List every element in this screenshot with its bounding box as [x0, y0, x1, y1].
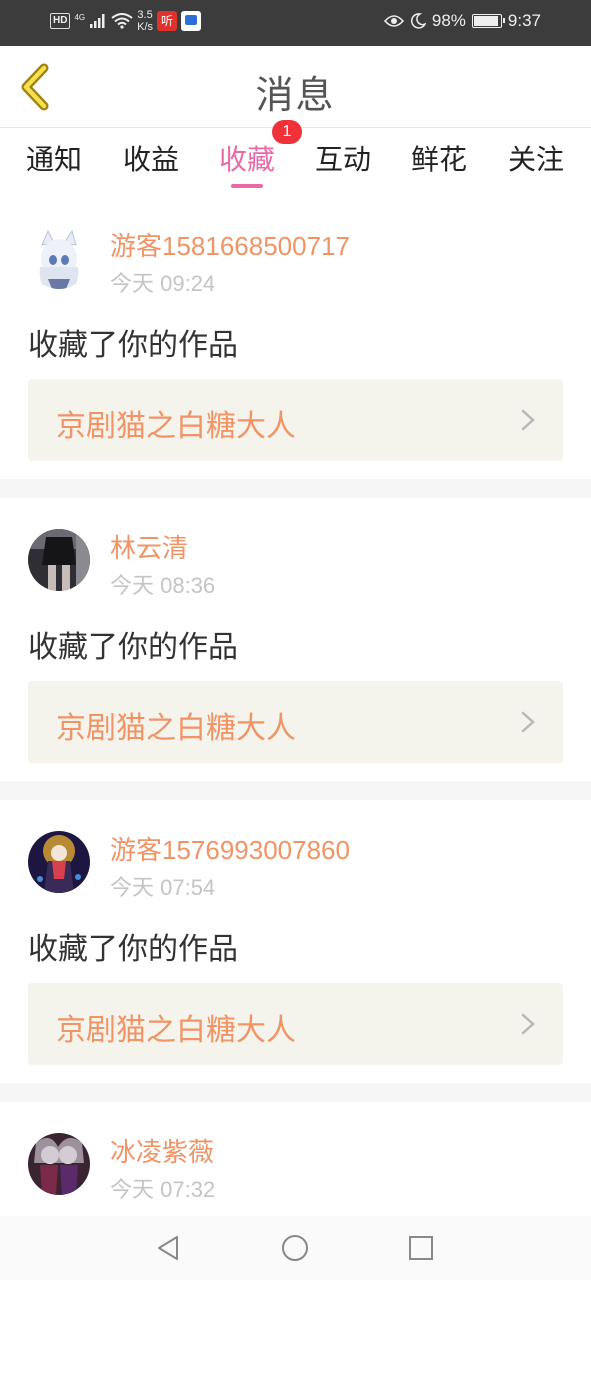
avatar[interactable] — [28, 529, 90, 591]
system-nav-bar — [0, 1216, 591, 1280]
chevron-right-icon — [521, 711, 535, 733]
tab-notification[interactable]: 通知 — [14, 138, 94, 178]
avatar[interactable] — [28, 227, 90, 289]
timestamp: 今天 07:32 — [110, 1177, 216, 1202]
action-text: 收藏了你的作品 — [28, 630, 238, 665]
timestamp: 今天 08:36 — [110, 573, 216, 598]
baidu-app-icon — [181, 11, 202, 31]
status-bar: HD 4G 3.5 K/s 听 98% 9:37 — [0, 0, 591, 46]
square-recent-icon[interactable] — [407, 1234, 435, 1262]
listen-app-icon: 听 — [157, 11, 178, 31]
username[interactable]: 林云清 — [110, 528, 188, 565]
triangle-back-icon[interactable] — [155, 1234, 183, 1262]
tab-following[interactable]: 关注 — [496, 138, 576, 178]
chevron-right-icon — [521, 1013, 535, 1035]
divider — [0, 479, 591, 498]
moon-icon — [410, 13, 426, 29]
chevron-right-icon — [521, 409, 535, 431]
work-title: 京剧猫之白糖大人 — [56, 1013, 296, 1048]
battery-icon — [471, 14, 505, 28]
avatar[interactable] — [28, 1133, 90, 1195]
list-item[interactable]: 游客1581668500717 今天 09:24 收藏了你的作品 京剧猫之白糖大… — [0, 196, 591, 479]
action-text: 收藏了你的作品 — [28, 328, 238, 363]
username[interactable]: 冰凌紫薇 — [110, 1132, 214, 1169]
speed-unit: K/s — [137, 21, 154, 33]
tab-favorites[interactable]: 收藏 — [207, 138, 287, 178]
tab-flowers[interactable]: 鲜花 — [399, 138, 479, 178]
network-speed: 3.5 K/s — [137, 9, 153, 33]
tab-interaction[interactable]: 互动 — [303, 138, 383, 178]
divider — [0, 781, 591, 800]
work-title: 京剧猫之白糖大人 — [56, 711, 296, 746]
work-link[interactable]: 京剧猫之白糖大人 — [28, 379, 563, 461]
page-title: 消息 — [255, 73, 336, 117]
avatar[interactable] — [28, 831, 90, 893]
clock: 9:37 — [507, 11, 541, 30]
timestamp: 今天 09:24 — [110, 271, 216, 296]
hd-indicator: HD — [50, 13, 71, 29]
eye-comfort-icon — [383, 15, 404, 27]
active-tab-indicator — [231, 184, 263, 188]
title-bar: 消息 — [0, 46, 591, 128]
circle-home-icon[interactable] — [281, 1234, 309, 1262]
list-item[interactable]: 林云清 今天 08:36 收藏了你的作品 京剧猫之白糖大人 — [0, 498, 591, 781]
action-text: 收藏了你的作品 — [28, 932, 238, 967]
username[interactable]: 游客1581668500717 — [110, 226, 350, 263]
work-link[interactable]: 京剧猫之白糖大人 — [28, 681, 563, 763]
wifi-icon — [111, 13, 133, 29]
tab-earnings[interactable]: 收益 — [111, 138, 191, 178]
work-title: 京剧猫之白糖大人 — [56, 409, 296, 444]
battery-percent: 98% — [431, 11, 466, 30]
username[interactable]: 游客1576993007860 — [110, 830, 350, 867]
favorites-badge: 1 — [272, 120, 302, 144]
message-list[interactable]: 游客1581668500717 今天 09:24 收藏了你的作品 京剧猫之白糖大… — [0, 196, 591, 1385]
list-item[interactable]: 游客1576993007860 今天 07:54 收藏了你的作品 京剧猫之白糖大… — [0, 800, 591, 1083]
work-link[interactable]: 京剧猫之白糖大人 — [28, 983, 563, 1065]
timestamp: 今天 07:54 — [110, 875, 216, 900]
network-type: 4G — [74, 12, 86, 22]
signal-icon — [90, 14, 105, 28]
divider — [0, 1083, 591, 1102]
speed-value: 3.5 — [137, 9, 153, 21]
